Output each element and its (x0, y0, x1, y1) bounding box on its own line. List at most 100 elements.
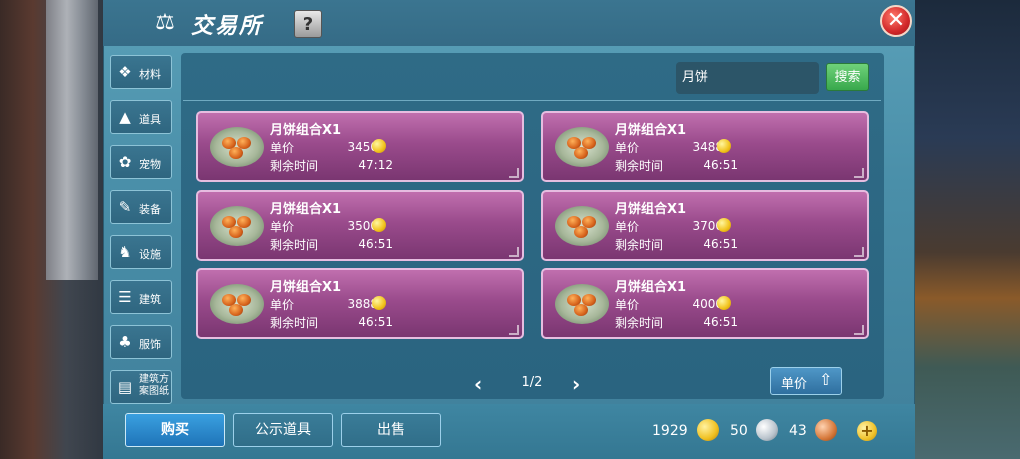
mooncake-icon (210, 127, 264, 167)
time-label: 剩余时间 (270, 316, 319, 330)
corner-icon (854, 325, 864, 335)
sidebar-item-label: 建筑 (139, 293, 161, 306)
search-button[interactable]: 搜索 (826, 63, 869, 91)
item-name: 月饼组合X1 (615, 280, 687, 295)
close-button[interactable]: ✕ (880, 5, 912, 37)
item-name: 月饼组合X1 (615, 123, 687, 138)
gold-coin-icon (717, 296, 731, 310)
corner-icon (854, 247, 864, 257)
category-sidebar: ❖ 材料 ▲ 道具 ✿ 宠物 ✎ 装备 ♞ 设施 ☰ 建筑 ♣ 服饰 ▤ 建筑方… (110, 55, 174, 415)
time-label: 剩余时间 (615, 316, 664, 330)
corner-icon (854, 168, 864, 178)
silver-amount: 50 (730, 423, 748, 439)
time-value: 46:51 (703, 158, 738, 172)
price-label: 单价 (270, 298, 295, 312)
sidebar-item-pets[interactable]: ✿ 宠物 (110, 145, 172, 179)
sidebar-item-equipment[interactable]: ✎ 装备 (110, 190, 172, 224)
price-label: 单价 (615, 298, 640, 312)
copper-amount: 43 (789, 423, 807, 439)
facility-icon: ♞ (118, 243, 132, 261)
corner-icon (509, 247, 519, 257)
time-value: 47:12 (358, 158, 393, 172)
background-pillar (46, 0, 98, 280)
divider (183, 100, 881, 101)
time-value: 46:51 (703, 237, 738, 251)
sidebar-item-label: 材料 (139, 68, 161, 81)
silver-coin-icon (756, 419, 778, 441)
corner-icon (509, 325, 519, 335)
sort-by-price-button[interactable]: 单价 ⇧ (770, 367, 842, 395)
copper-coin-icon (815, 419, 837, 441)
price-value: 3700 (692, 219, 723, 233)
blueprint-icon: ▤ (117, 378, 133, 396)
price-value: 3500 (347, 219, 378, 233)
sidebar-item-label: 宠物 (139, 158, 161, 171)
sort-icon: ⇧ (819, 370, 833, 389)
close-icon: ✕ (886, 8, 906, 33)
listing-card[interactable]: 月饼组合X1 单价 3500 剩余时间 46:51 (196, 190, 524, 261)
time-value: 46:51 (358, 315, 393, 329)
listing-card[interactable]: 月饼组合X1 单价 4000 剩余时间 46:51 (541, 268, 869, 339)
mooncake-icon (555, 127, 609, 167)
sidebar-item-clothing[interactable]: ♣ 服饰 (110, 325, 172, 359)
panel-header: ⚖ 交易所 ? (103, 0, 915, 46)
sidebar-item-facility[interactable]: ♞ 设施 (110, 235, 172, 269)
gold-coin-icon (372, 218, 386, 232)
prev-page-button[interactable]: ‹ (474, 372, 482, 396)
mooncake-icon (555, 284, 609, 324)
mooncake-icon (555, 206, 609, 246)
price-value: 3488 (692, 140, 723, 154)
add-currency-button[interactable]: + (857, 421, 877, 441)
listing-card[interactable]: 月饼组合X1 单价 3450 剩余时间 47:12 (196, 111, 524, 182)
search-input[interactable]: 月饼 (676, 62, 819, 94)
item-name: 月饼组合X1 (270, 280, 342, 295)
price-label: 单价 (615, 220, 640, 234)
equipment-icon: ✎ (118, 198, 132, 216)
time-value: 46:51 (703, 315, 738, 329)
sidebar-item-blueprint[interactable]: ▤ 建筑方案图纸 (110, 370, 172, 404)
sidebar-item-label: 服饰 (139, 338, 161, 351)
item-name: 月饼组合X1 (270, 202, 342, 217)
tab-buy[interactable]: 购买 (125, 413, 225, 447)
mooncake-icon (210, 206, 264, 246)
sidebar-item-props[interactable]: ▲ 道具 (110, 100, 172, 134)
price-label: 单价 (270, 141, 295, 155)
tab-public-items[interactable]: 公示道具 (233, 413, 333, 447)
gold-amount: 1929 (652, 423, 688, 439)
sidebar-item-material[interactable]: ❖ 材料 (110, 55, 172, 89)
page-title: 交易所 (191, 14, 264, 39)
sidebar-item-label: 道具 (139, 113, 161, 126)
price-value: 4000 (692, 297, 723, 311)
time-label: 剩余时间 (615, 238, 664, 252)
gold-coin-icon (372, 296, 386, 310)
listing-card[interactable]: 月饼组合X1 单价 3488 剩余时间 46:51 (541, 111, 869, 182)
scales-icon: ⚖ (155, 10, 175, 35)
sidebar-item-label: 装备 (139, 203, 161, 216)
listing-card[interactable]: 月饼组合X1 单价 3888 剩余时间 46:51 (196, 268, 524, 339)
gold-coin-icon (697, 419, 719, 441)
gold-coin-icon (717, 218, 731, 232)
time-label: 剩余时间 (615, 159, 664, 173)
potion-icon: ▲ (119, 108, 131, 126)
listing-card[interactable]: 月饼组合X1 单价 3700 剩余时间 46:51 (541, 190, 869, 261)
mooncake-icon (210, 284, 264, 324)
sidebar-item-building[interactable]: ☰ 建筑 (110, 280, 172, 314)
material-icon: ❖ (118, 63, 132, 81)
gold-coin-icon (717, 139, 731, 153)
background-right (910, 0, 1020, 459)
help-button[interactable]: ? (294, 10, 322, 38)
next-page-button[interactable]: › (572, 372, 580, 396)
item-name: 月饼组合X1 (615, 202, 687, 217)
sidebar-item-label: 建筑方案图纸 (139, 374, 169, 397)
sidebar-item-label: 设施 (139, 248, 161, 261)
page-indicator: 1/2 (521, 375, 543, 390)
item-name: 月饼组合X1 (270, 123, 342, 138)
sort-label: 单价 (781, 377, 808, 392)
paw-icon: ✿ (118, 153, 132, 171)
tab-sell[interactable]: 出售 (341, 413, 441, 447)
building-icon: ☰ (118, 288, 132, 306)
time-label: 剩余时间 (270, 159, 319, 173)
corner-icon (509, 168, 519, 178)
price-label: 单价 (270, 220, 295, 234)
clothing-icon: ♣ (118, 333, 132, 351)
